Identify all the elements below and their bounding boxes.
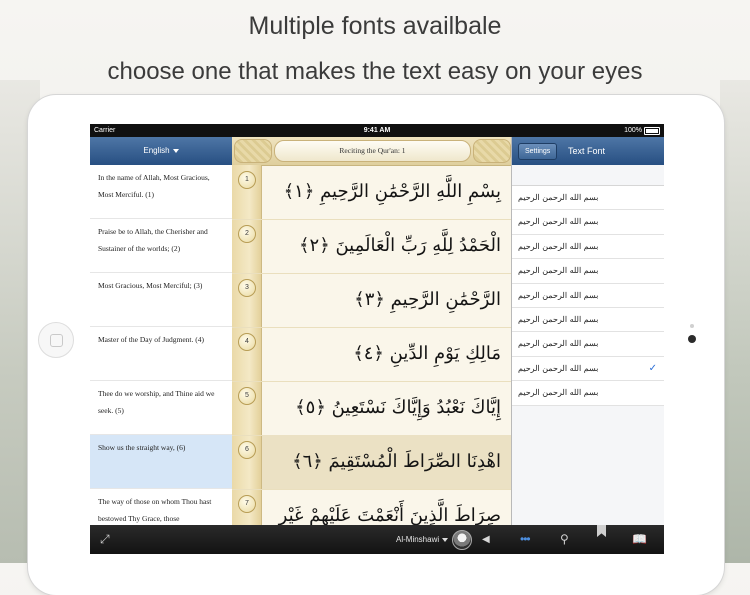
speaker-icon[interactable]: ◀ xyxy=(482,525,490,554)
quran-reading-panel: Reciting the Qur'an: 1 1 بِسْمِ اللَّهِ … xyxy=(232,137,511,525)
panel-title: Text Font xyxy=(568,146,606,156)
text-font-navbar: Settings Text Font xyxy=(512,137,664,165)
font-sample: بسم الله الرحمن الرحيم xyxy=(518,314,599,324)
checkmark-icon: ✓ xyxy=(648,362,657,374)
surah-title: Reciting the Qur'an: 1 xyxy=(274,140,471,162)
ayah-row[interactable]: 3 الرَّحْمَٰنِ الرَّحِيمِ ﴿٣﴾ xyxy=(232,273,511,328)
ayah-text: الْحَمْدُ لِلَّهِ رَبِّ الْعَالَمِينَ ﴿٢… xyxy=(298,235,501,256)
ayah-row[interactable]: 5 إِيَّاكَ نَعْبُدُ وَإِيَّاكَ نَسْتَعِي… xyxy=(232,381,511,436)
camera-sensor xyxy=(690,324,694,328)
font-sample: بسم الله الرحمن الرحيم xyxy=(518,290,599,300)
reciter-selector[interactable]: Al-Minshawi xyxy=(396,525,449,554)
ayah-text: اهْدِنَا الصِّرَاطَ الْمُسْتَقِيمَ ﴿٦﴾ xyxy=(262,435,511,489)
translation-item-selected[interactable]: Show us the straight way, (6) xyxy=(90,435,232,489)
settings-back-button[interactable]: Settings xyxy=(518,143,558,160)
translation-text: Master of the Day of Judgment. (4) xyxy=(98,335,205,344)
translation-text: In the name of Allah, Most Gracious, Mos… xyxy=(98,173,210,199)
expand-icon[interactable]: ⤢ xyxy=(100,525,110,554)
ayah-text: مَالِكِ يَوْمِ الدِّينِ ﴿٤﴾ xyxy=(353,343,501,364)
translation-item[interactable]: Master of the Day of Judgment. (4) xyxy=(90,327,232,381)
ornament-left-icon xyxy=(234,139,272,163)
translation-item[interactable]: Most Gracious, Most Merciful; (3) xyxy=(90,273,232,327)
ornament-right-icon xyxy=(473,139,511,163)
language-selector[interactable]: English xyxy=(90,137,232,165)
ayah-text: صِرَاطَ الَّذِينَ أَنْعَمْتَ عَلَيْهِمْ … xyxy=(278,505,501,525)
translation-item[interactable]: In the name of Allah, Most Gracious, Mos… xyxy=(90,165,232,219)
translation-text: Praise be to Allah, the Cherisher and Su… xyxy=(98,227,208,253)
battery-icon xyxy=(644,127,660,135)
ayah-row[interactable]: 4 مَالِكِ يَوْمِ الدِّينِ ﴿٤﴾ xyxy=(232,327,511,382)
book-icon[interactable]: 📖 xyxy=(632,525,647,554)
status-time: 9:41 AM xyxy=(363,127,391,134)
language-label: English xyxy=(143,146,170,155)
translation-text: Thee do we worship, and Thine aid we see… xyxy=(98,389,215,415)
ayah-text: إِيَّاكَ نَعْبُدُ وَإِيَّاكَ نَسْتَعِينُ… xyxy=(295,397,501,418)
reading-header: Reciting the Qur'an: 1 xyxy=(232,137,511,166)
ayah-text: الرَّحْمَٰنِ الرَّحِيمِ ﴿٣﴾ xyxy=(354,289,501,310)
bookmark-icon[interactable] xyxy=(597,525,606,537)
font-option[interactable]: بسم الله الرحمن الرحيم xyxy=(512,259,664,284)
bottom-toolbar: ⤢ Al-Minshawi ◀ ••• ⚲ 📖 xyxy=(90,525,664,554)
ayah-row[interactable]: 2 الْحَمْدُ لِلَّهِ رَبِّ الْعَالَمِينَ … xyxy=(232,219,511,274)
translation-item[interactable]: Thee do we worship, and Thine aid we see… xyxy=(90,381,232,435)
font-option[interactable]: بسم الله الرحمن الرحيم xyxy=(512,210,664,235)
font-option[interactable]: بسم الله الرحمن الرحيم xyxy=(512,284,664,308)
ayah-row[interactable]: 7 صِرَاطَ الَّذِينَ أَنْعَمْتَ عَلَيْهِم… xyxy=(232,489,511,525)
translation-text: Most Gracious, Most Merciful; (3) xyxy=(98,281,203,290)
app-screen: Carrier 9:41 AM 100% English In the name… xyxy=(90,124,664,554)
status-bar: Carrier 9:41 AM 100% xyxy=(90,124,664,137)
ayah-number-badge: 4 xyxy=(238,333,256,351)
reciter-avatar[interactable] xyxy=(452,530,472,550)
ayah-text: بِسْمِ اللَّهِ الرَّحْمَٰنِ الرَّحِيمِ ﴿… xyxy=(283,181,501,202)
font-option[interactable]: بسم الله الرحمن الرحيم xyxy=(512,332,664,357)
playlist-icon[interactable]: ••• xyxy=(520,525,531,554)
headline-subtitle: choose one that makes the text easy on y… xyxy=(107,58,643,85)
ayah-number-badge: 6 xyxy=(238,441,256,459)
text-font-panel: Settings Text Font بسم الله الرحمن الرحي… xyxy=(511,137,664,525)
chevron-down-icon xyxy=(172,148,179,153)
ayah-number-badge: 3 xyxy=(238,279,256,297)
battery-percent: 100% xyxy=(624,127,642,134)
camera-lens xyxy=(688,335,696,343)
ayah-number-badge: 2 xyxy=(238,225,256,243)
font-sample: بسم الله الرحمن الرحيم xyxy=(518,193,599,202)
ayah-row[interactable]: 1 بِسْمِ اللَّهِ الرَّحْمَٰنِ الرَّحِيمِ… xyxy=(232,165,511,220)
font-option[interactable]: بسم الله الرحمن الرحيم xyxy=(512,186,664,211)
font-option[interactable]: بسم الله الرحمن الرحيم xyxy=(512,308,664,333)
font-option[interactable]: بسم الله الرحمن الرحيم xyxy=(512,381,664,406)
translation-item[interactable]: The way of those on whom Thou hast besto… xyxy=(90,489,232,525)
chevron-down-icon xyxy=(442,537,449,542)
ayah-number-badge: 5 xyxy=(238,387,256,405)
font-sample: بسم الله الرحمن الرحيم xyxy=(518,266,599,276)
translation-text: Show us the straight way, (6) xyxy=(98,443,186,452)
font-sample: بسم الله الرحمن الرحيم xyxy=(518,363,599,373)
ayah-number-badge: 7 xyxy=(238,495,256,513)
reciter-name: Al-Minshawi xyxy=(396,535,440,544)
ayah-list[interactable]: 1 بِسْمِ اللَّهِ الرَّحْمَٰنِ الرَّحِيمِ… xyxy=(232,165,511,525)
headline-title: Multiple fonts availbale xyxy=(248,12,502,40)
font-option-selected[interactable]: بسم الله الرحمن الرحيم ✓ xyxy=(512,357,664,382)
font-sample: بسم الله الرحمن الرحيم xyxy=(518,339,599,349)
ayah-row-highlighted[interactable]: 6 اهْدِنَا الصِّرَاطَ الْمُسْتَقِيمَ ﴿٦﴾ xyxy=(232,435,511,490)
background-right xyxy=(720,80,750,563)
search-icon[interactable]: ⚲ xyxy=(560,525,569,554)
translation-text: The way of those on whom Thou hast besto… xyxy=(98,497,212,523)
font-list: بسم الله الرحمن الرحيم بسم الله الرحمن ا… xyxy=(512,185,664,406)
font-sample: بسم الله الرحمن الرحيم xyxy=(518,241,599,251)
font-sample: بسم الله الرحمن الرحيم xyxy=(518,388,599,398)
translation-item[interactable]: Praise be to Allah, the Cherisher and Su… xyxy=(90,219,232,273)
font-option[interactable]: بسم الله الرحمن الرحيم xyxy=(512,235,664,260)
translation-panel: English In the name of Allah, Most Graci… xyxy=(90,137,232,525)
home-button[interactable] xyxy=(38,322,74,358)
translation-list[interactable]: In the name of Allah, Most Gracious, Mos… xyxy=(90,165,232,525)
ayah-number-badge: 1 xyxy=(238,171,256,189)
font-sample: بسم الله الرحمن الرحيم xyxy=(518,217,599,227)
